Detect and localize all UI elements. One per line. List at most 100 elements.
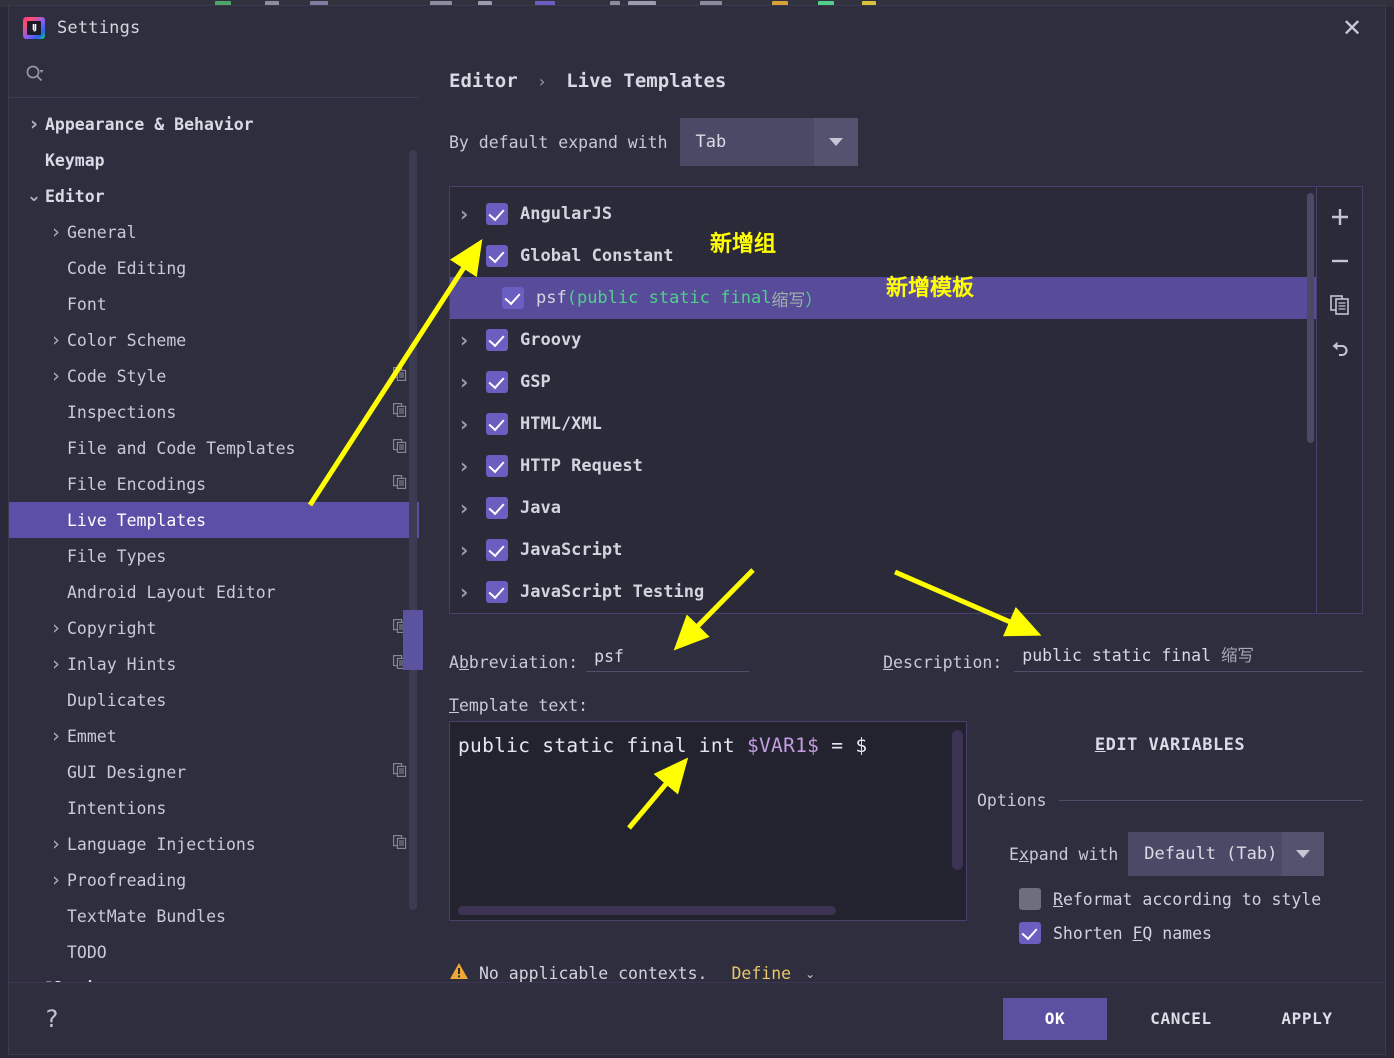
close-icon[interactable]: ✕ (1337, 14, 1367, 44)
apply-button[interactable]: APPLY (1255, 998, 1359, 1040)
sidebar-item-gui-designer[interactable]: GUI Designer (9, 754, 419, 790)
chevron-right-icon[interactable]: › (45, 365, 67, 387)
sidebar-item-editor[interactable]: ⌄ Editor (9, 178, 419, 214)
chevron-right-icon[interactable]: › (460, 454, 486, 478)
sidebar-item-plugins[interactable]: Plugins (9, 970, 419, 983)
copy-settings-icon[interactable] (393, 475, 407, 493)
template-group-row[interactable]: › JavaScript Testing (450, 571, 1316, 613)
chevron-right-icon[interactable]: › (45, 329, 67, 351)
sidebar-item-textmate-bundles[interactable]: TextMate Bundles (9, 898, 419, 934)
search-input[interactable] (50, 65, 419, 82)
editor-horizontal-scrollbar[interactable] (458, 906, 836, 915)
chevron-down-icon[interactable]: ⌄ (805, 967, 815, 981)
chevron-right-icon[interactable]: › (460, 538, 486, 562)
breadcrumb-root[interactable]: Editor (449, 70, 518, 92)
chevron-right-icon[interactable]: › (45, 833, 67, 855)
default-expand-dropdown[interactable]: Tab (679, 118, 858, 166)
sidebar-search-row[interactable] (9, 50, 419, 98)
abbreviation-input[interactable]: psf (586, 647, 750, 672)
sidebar-item-inspections[interactable]: Inspections (9, 394, 419, 430)
sidebar-item-android-layout-editor[interactable]: Android Layout Editor (9, 574, 419, 610)
templates-list-scrollbar[interactable] (1307, 193, 1314, 443)
template-group-row[interactable]: › HTML/XML (450, 403, 1316, 445)
sidebar-item-duplicates[interactable]: Duplicates (9, 682, 419, 718)
template-enabled-checkbox[interactable] (486, 497, 508, 519)
sidebar-item-proofreading[interactable]: › Proofreading (9, 862, 419, 898)
chevron-right-icon[interactable]: › (460, 412, 486, 436)
reformat-checkbox[interactable] (1019, 888, 1041, 910)
template-row[interactable]: psf (public static final 缩写） (450, 277, 1316, 319)
chevron-right-icon[interactable]: › (460, 580, 486, 604)
template-group-row[interactable]: › Java (450, 487, 1316, 529)
template-text-editor[interactable]: public static final int $VAR1$ = $ (449, 721, 967, 921)
sidebar-item-emmet[interactable]: › Emmet (9, 718, 419, 754)
description-input[interactable]: public static final 缩写 (1014, 642, 1363, 672)
chevron-right-icon[interactable]: › (45, 221, 67, 243)
shorten-fq-checkbox-row[interactable]: Shorten FQ names (977, 922, 1363, 944)
ok-button[interactable]: OK (1003, 997, 1107, 1040)
plus-icon[interactable] (1320, 197, 1360, 237)
sidebar-item-file-and-code-templates[interactable]: File and Code Templates (9, 430, 419, 466)
chevron-right-icon[interactable]: › (45, 617, 67, 639)
chevron-right-icon[interactable]: › (460, 370, 486, 394)
template-group-row[interactable]: › JavaScript (450, 529, 1316, 571)
template-group-label: HTTP Request (520, 456, 643, 476)
sidebar-item-copyright[interactable]: › Copyright (9, 610, 419, 646)
sidebar-item-font[interactable]: Font (9, 286, 419, 322)
template-group-row[interactable]: › HTTP Request (450, 445, 1316, 487)
chevron-down-icon[interactable]: ⌄ (460, 247, 486, 265)
template-enabled-checkbox[interactable] (502, 287, 524, 309)
copy-settings-icon[interactable] (393, 367, 407, 385)
sidebar-item-code-style[interactable]: › Code Style (9, 358, 419, 394)
template-enabled-checkbox[interactable] (486, 413, 508, 435)
sidebar-item-appearance-behavior[interactable]: › Appearance & Behavior (9, 106, 419, 142)
help-button[interactable]: ? (35, 1005, 69, 1033)
duplicate-icon[interactable] (1320, 285, 1360, 325)
cancel-button[interactable]: CANCEL (1129, 998, 1233, 1040)
chevron-right-icon[interactable]: › (45, 653, 67, 675)
template-group-row[interactable]: ⌄ Global Constant (450, 235, 1316, 277)
sidebar-item-language-injections[interactable]: › Language Injections (9, 826, 419, 862)
sidebar-item-file-types[interactable]: File Types (9, 538, 419, 574)
sidebar-item-keymap[interactable]: Keymap (9, 142, 419, 178)
template-enabled-checkbox[interactable] (486, 455, 508, 477)
sidebar-item-intentions[interactable]: Intentions (9, 790, 419, 826)
edit-variables-button[interactable]: EDIT VARIABLES (977, 735, 1363, 755)
copy-settings-icon[interactable] (393, 439, 407, 457)
chevron-right-icon[interactable]: › (45, 869, 67, 891)
chevron-down-icon[interactable]: ⌄ (23, 188, 45, 205)
expand-with-dropdown[interactable]: Default (Tab) (1128, 832, 1325, 876)
template-enabled-checkbox[interactable] (486, 539, 508, 561)
revert-icon[interactable] (1320, 329, 1360, 369)
copy-settings-icon[interactable] (393, 835, 407, 853)
template-group-row[interactable]: › GSP (450, 361, 1316, 403)
template-group-row[interactable]: › AngularJS (450, 193, 1316, 235)
minus-icon[interactable] (1320, 241, 1360, 281)
sidebar-item-todo[interactable]: TODO (9, 934, 419, 970)
template-enabled-checkbox[interactable] (486, 581, 508, 603)
template-enabled-checkbox[interactable] (486, 203, 508, 225)
chevron-right-icon[interactable]: › (460, 496, 486, 520)
reformat-checkbox-row[interactable]: Reformat according to style (977, 888, 1363, 910)
shorten-fq-checkbox[interactable] (1019, 922, 1041, 944)
sidebar-item-live-templates[interactable]: Live Templates (9, 502, 419, 538)
templates-list[interactable]: › AngularJS ⌄ Global Constant psf (public st… (450, 187, 1316, 613)
chevron-right-icon[interactable]: › (45, 725, 67, 747)
template-enabled-checkbox[interactable] (486, 371, 508, 393)
chevron-right-icon[interactable]: › (460, 202, 486, 226)
sidebar-scrollbar-track[interactable] (409, 150, 417, 910)
define-context-link[interactable]: Define (731, 964, 791, 983)
template-group-row[interactable]: › Groovy (450, 319, 1316, 361)
editor-vertical-scrollbar[interactable] (952, 730, 963, 870)
template-enabled-checkbox[interactable] (486, 245, 508, 267)
sidebar-item-file-encodings[interactable]: File Encodings (9, 466, 419, 502)
template-enabled-checkbox[interactable] (486, 329, 508, 351)
copy-settings-icon[interactable] (393, 403, 407, 421)
chevron-right-icon[interactable]: › (460, 328, 486, 352)
copy-settings-icon[interactable] (393, 763, 407, 781)
chevron-right-icon[interactable]: › (23, 113, 45, 135)
sidebar-item-inlay-hints[interactable]: › Inlay Hints (9, 646, 419, 682)
sidebar-item-general[interactable]: › General (9, 214, 419, 250)
sidebar-item-color-scheme[interactable]: › Color Scheme (9, 322, 419, 358)
sidebar-item-code-editing[interactable]: Code Editing (9, 250, 419, 286)
